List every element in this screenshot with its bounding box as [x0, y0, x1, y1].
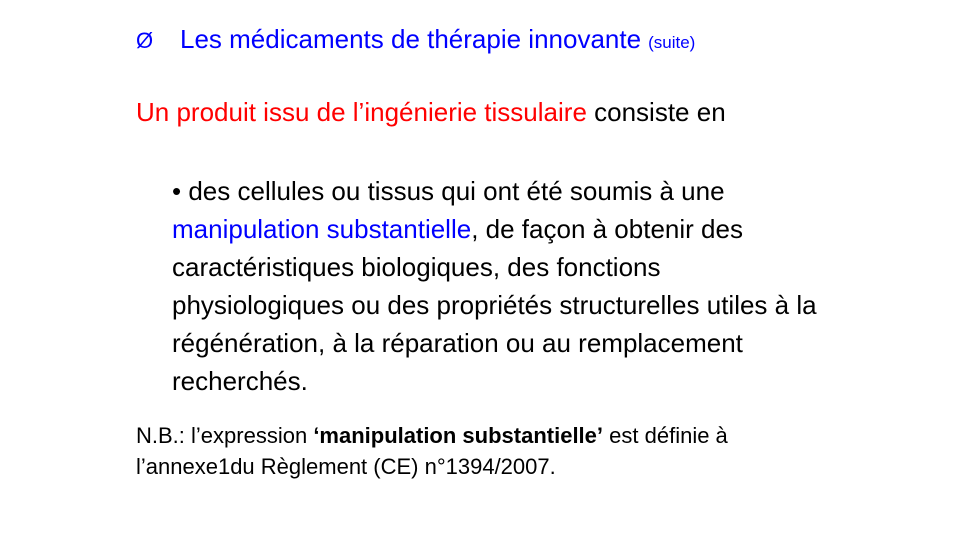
slide: Ø Les médicaments de thérapie innovante …: [0, 0, 960, 540]
arrow-bullet-icon: Ø: [136, 28, 154, 53]
bullet-text-part1: des cellules ou tissus qui ont été soumi…: [188, 176, 725, 206]
bullet-highlight: manipulation substantielle: [172, 214, 472, 244]
title-text: Les médicaments de thérapie innovante: [180, 24, 642, 54]
note-bold-term: ‘manipulation substantielle’: [313, 423, 604, 448]
intro-rest: consiste en: [594, 97, 726, 127]
note-prefix: N.B.: l’expression: [136, 423, 308, 448]
intro-paragraph: Un produit issu de l’ingénierie tissulai…: [136, 94, 836, 131]
bullet-dot-icon: •: [172, 176, 182, 206]
intro-highlight: Un produit issu de l’ingénierie tissulai…: [136, 97, 587, 127]
title-suffix: (suite): [648, 33, 696, 52]
bullet-item: • des cellules ou tissus qui ont été sou…: [172, 172, 822, 400]
note-paragraph: N.B.: l’expression ‘manipulation substan…: [136, 420, 836, 482]
slide-title: Ø Les médicaments de thérapie innovante …: [136, 24, 695, 55]
